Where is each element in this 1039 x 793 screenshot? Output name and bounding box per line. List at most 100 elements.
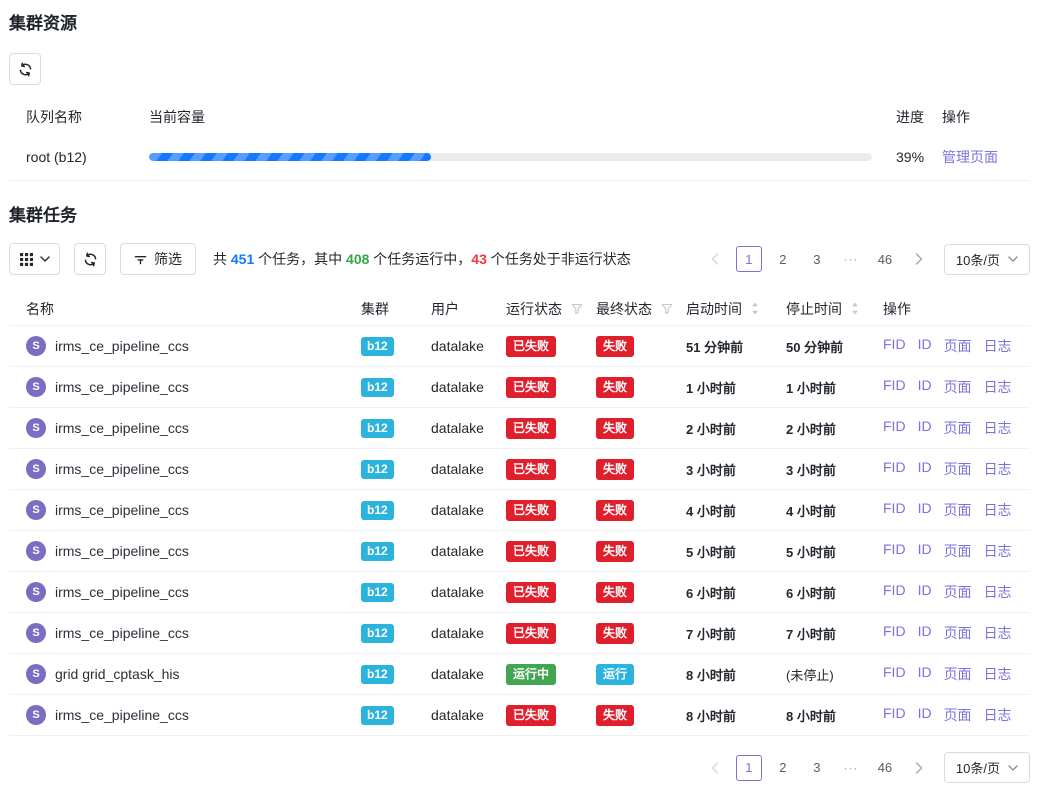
task-name-cell: S irms_ce_pipeline_ccs	[26, 500, 361, 520]
log-link[interactable]: 日志	[984, 541, 1012, 561]
funnel-filter-icon[interactable]	[661, 303, 673, 315]
prev-page-button[interactable]	[702, 755, 728, 781]
page-button-46[interactable]: 46	[872, 246, 898, 272]
start-time: 3 小时前	[686, 460, 786, 479]
id-link[interactable]: ID	[918, 418, 932, 438]
page-button-2[interactable]: 2	[770, 246, 796, 272]
log-link[interactable]: 日志	[984, 377, 1012, 397]
avatar: S	[26, 705, 46, 725]
fid-link[interactable]: FID	[883, 418, 906, 438]
page-ellipsis[interactable]: ···	[838, 246, 864, 272]
task-name: grid grid_cptask_his	[55, 666, 180, 682]
tasks-table: 名称 集群 用户 运行状态 最终状态 启动时间	[9, 292, 1030, 736]
avatar: S	[26, 336, 46, 356]
page-button-1[interactable]: 1	[736, 246, 762, 272]
id-link[interactable]: ID	[918, 582, 932, 602]
page-link[interactable]: 页面	[944, 418, 972, 438]
start-time: 6 小时前	[686, 583, 786, 602]
header-current-capacity: 当前容量	[149, 107, 872, 127]
final-status-badge: 失败	[596, 541, 634, 562]
id-link[interactable]: ID	[918, 336, 932, 356]
page-link[interactable]: 页面	[944, 500, 972, 520]
id-link[interactable]: ID	[918, 541, 932, 561]
manage-page-link[interactable]: 管理页面	[942, 149, 998, 165]
resources-refresh-button[interactable]	[9, 53, 41, 85]
header-start-time: 启动时间	[686, 299, 786, 319]
fid-link[interactable]: FID	[883, 582, 906, 602]
fid-link[interactable]: FID	[883, 541, 906, 561]
header-queue-name: 队列名称	[26, 107, 149, 127]
chevron-down-icon	[1008, 256, 1018, 262]
log-link[interactable]: 日志	[984, 336, 1012, 356]
log-link[interactable]: 日志	[984, 582, 1012, 602]
fid-link[interactable]: FID	[883, 377, 906, 397]
page-link[interactable]: 页面	[944, 582, 972, 602]
page-link[interactable]: 页面	[944, 541, 972, 561]
tasks-table-header: 名称 集群 用户 运行状态 最终状态 启动时间	[9, 292, 1030, 326]
id-link[interactable]: ID	[918, 500, 932, 520]
task-name-cell: S irms_ce_pipeline_ccs	[26, 418, 361, 438]
fid-link[interactable]: FID	[883, 459, 906, 479]
fid-link[interactable]: FID	[883, 500, 906, 520]
page-link[interactable]: 页面	[944, 377, 972, 397]
task-name: irms_ce_pipeline_ccs	[55, 625, 189, 641]
fid-link[interactable]: FID	[883, 664, 906, 684]
total-tasks-count: 451	[231, 251, 254, 267]
page-link[interactable]: 页面	[944, 664, 972, 684]
page-ellipsis[interactable]: ···	[838, 755, 864, 781]
log-link[interactable]: 日志	[984, 705, 1012, 725]
page-size-select[interactable]: 10条/页	[944, 244, 1030, 275]
log-link[interactable]: 日志	[984, 623, 1012, 643]
user-name: datalake	[431, 461, 506, 477]
page-link[interactable]: 页面	[944, 705, 972, 725]
prev-page-button[interactable]	[702, 246, 728, 272]
run-status-badge: 已失败	[506, 418, 556, 439]
id-link[interactable]: ID	[918, 459, 932, 479]
funnel-filter-icon[interactable]	[571, 303, 583, 315]
log-link[interactable]: 日志	[984, 664, 1012, 684]
page-button-1[interactable]: 1	[736, 755, 762, 781]
task-name-cell: S irms_ce_pipeline_ccs	[26, 705, 361, 725]
next-page-button[interactable]	[906, 755, 932, 781]
log-link[interactable]: 日志	[984, 418, 1012, 438]
next-page-button[interactable]	[906, 246, 932, 272]
task-name-cell: S grid grid_cptask_his	[26, 664, 361, 684]
log-link[interactable]: 日志	[984, 500, 1012, 520]
log-link[interactable]: 日志	[984, 459, 1012, 479]
sort-icon[interactable]	[751, 302, 759, 315]
table-row: S irms_ce_pipeline_ccs b12 datalake 已失败 …	[9, 490, 1030, 531]
page-link[interactable]: 页面	[944, 623, 972, 643]
task-name: irms_ce_pipeline_ccs	[55, 338, 189, 354]
column-settings-dropdown-button[interactable]	[9, 243, 60, 275]
page-button-3[interactable]: 3	[804, 755, 830, 781]
id-link[interactable]: ID	[918, 664, 932, 684]
task-name-cell: S irms_ce_pipeline_ccs	[26, 459, 361, 479]
cluster-badge: b12	[361, 378, 394, 397]
run-status-badge: 已失败	[506, 500, 556, 521]
table-row: S irms_ce_pipeline_ccs b12 datalake 已失败 …	[9, 572, 1030, 613]
fid-link[interactable]: FID	[883, 705, 906, 725]
resources-table: 队列名称 当前容量 进度 操作 root (b12) 39% 管理页面	[9, 101, 1030, 181]
row-actions: FID ID 页面 日志	[883, 541, 1030, 561]
header-name: 名称	[26, 299, 361, 319]
page-button-46[interactable]: 46	[872, 755, 898, 781]
table-row: S irms_ce_pipeline_ccs b12 datalake 已失败 …	[9, 613, 1030, 654]
page-button-2[interactable]: 2	[770, 755, 796, 781]
page-size-select[interactable]: 10条/页	[944, 752, 1030, 783]
page-button-3[interactable]: 3	[804, 246, 830, 272]
fid-link[interactable]: FID	[883, 623, 906, 643]
capacity-cell	[149, 153, 872, 161]
id-link[interactable]: ID	[918, 377, 932, 397]
sort-icon[interactable]	[851, 302, 859, 315]
cluster-badge: b12	[361, 419, 394, 438]
filter-button[interactable]: 筛选	[120, 243, 196, 275]
id-link[interactable]: ID	[918, 705, 932, 725]
fid-link[interactable]: FID	[883, 336, 906, 356]
task-name-cell: S irms_ce_pipeline_ccs	[26, 541, 361, 561]
id-link[interactable]: ID	[918, 623, 932, 643]
tasks-refresh-button[interactable]	[74, 243, 106, 275]
start-time: 5 小时前	[686, 542, 786, 561]
page-link[interactable]: 页面	[944, 459, 972, 479]
run-status-badge: 已失败	[506, 459, 556, 480]
page-link[interactable]: 页面	[944, 336, 972, 356]
